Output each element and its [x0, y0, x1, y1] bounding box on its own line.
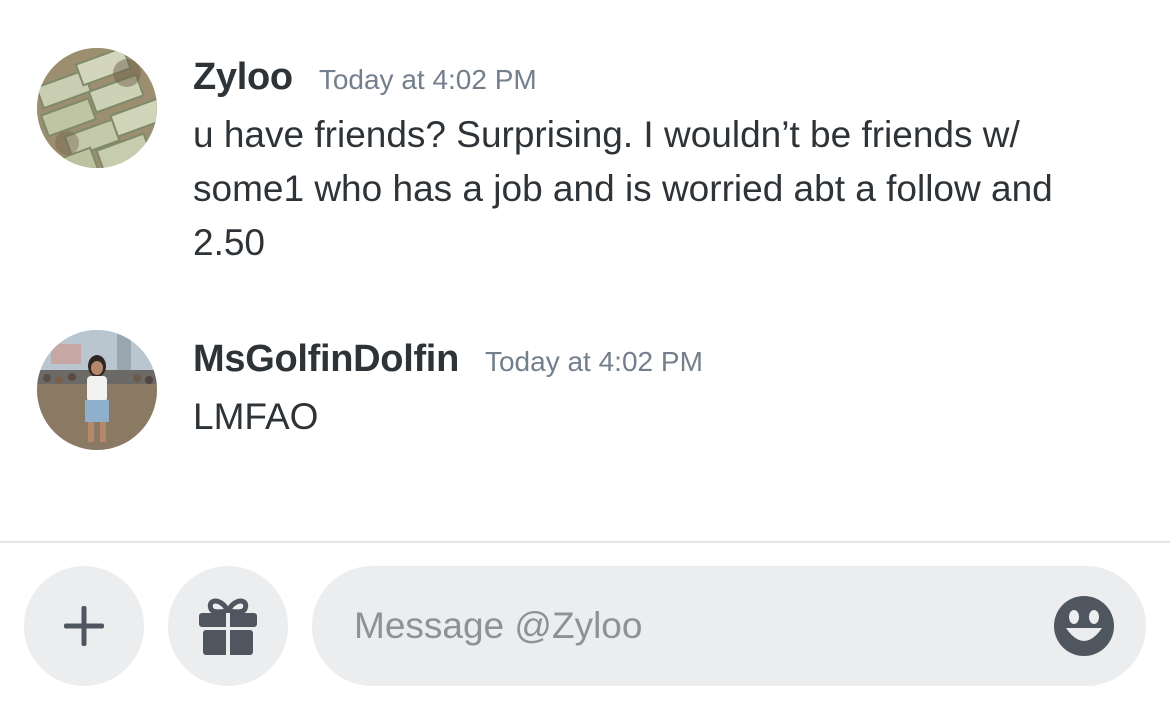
emoji-smile-icon: [1054, 596, 1114, 656]
user-avatar[interactable]: [37, 48, 157, 168]
message-text: u have friends? Surprising. I wouldn’t b…: [193, 114, 1053, 263]
message-text: LMFAO: [193, 396, 319, 437]
composer-divider: [0, 541, 1170, 543]
message-content: MsGolfinDolfin Today at 4:02 PM LMFAO: [193, 330, 1143, 444]
festival-photo-avatar-icon: [37, 330, 157, 450]
username[interactable]: Zyloo: [193, 56, 293, 99]
timestamp: Today at 4:02 PM: [484, 346, 703, 377]
dm-chat-screen: Zyloo Today at 4:02 PM u have friends? S…: [0, 0, 1170, 722]
message-content: Zyloo Today at 4:02 PM u have friends? S…: [193, 48, 1143, 270]
send-gift-button[interactable]: [168, 566, 288, 686]
money-stack-avatar-icon: [37, 48, 157, 168]
timestamp: Today at 4:02 PM: [318, 64, 537, 95]
gift-icon: [199, 598, 257, 655]
message-input[interactable]: [354, 596, 1004, 656]
plus-icon: [64, 606, 104, 646]
add-attachment-button[interactable]: [24, 566, 144, 686]
emoji-picker-button[interactable]: [1054, 596, 1114, 656]
username[interactable]: MsGolfinDolfin: [193, 338, 459, 381]
message-header: Zyloo Today at 4:02 PM: [193, 48, 1143, 110]
message-header: MsGolfinDolfin Today at 4:02 PM: [193, 330, 1143, 392]
user-avatar[interactable]: [37, 330, 157, 450]
message-composer: [312, 566, 1146, 686]
